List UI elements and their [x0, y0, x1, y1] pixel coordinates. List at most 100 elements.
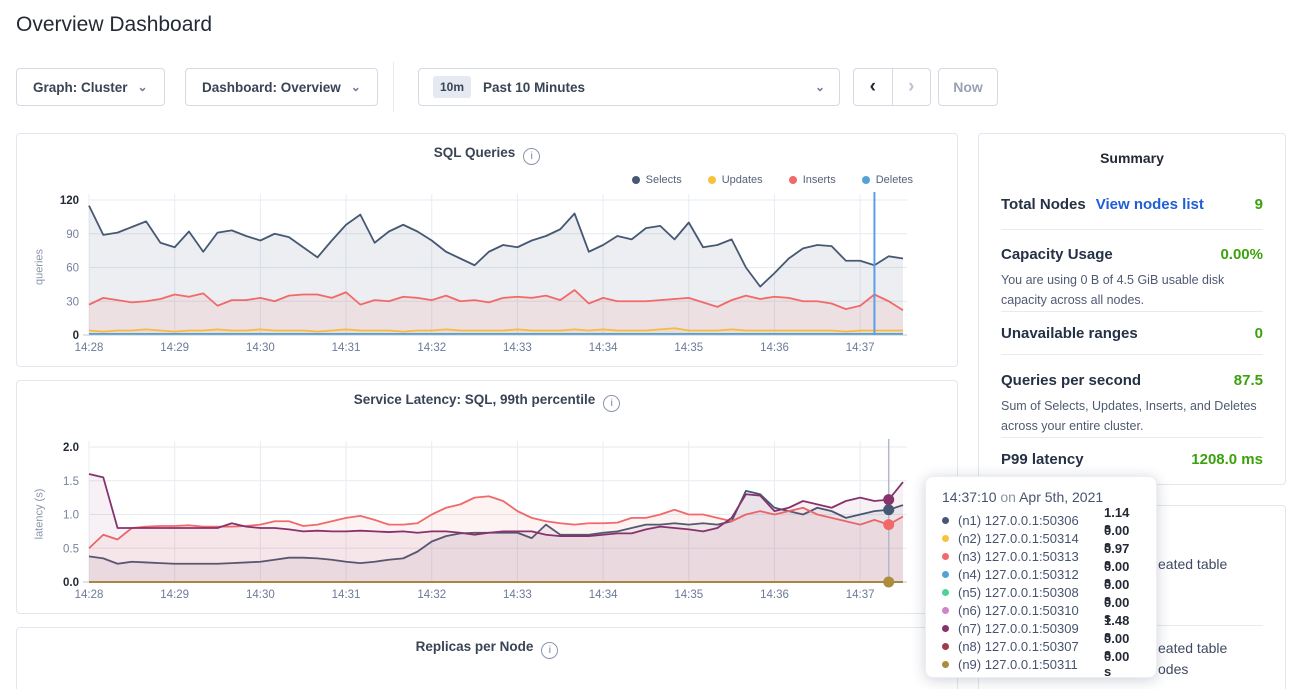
svg-text:14:32: 14:32	[417, 589, 446, 601]
controls-divider	[393, 62, 394, 112]
now-button[interactable]: Now	[938, 68, 998, 106]
view-nodes-list-link[interactable]: View nodes list	[1096, 196, 1204, 213]
overview-dashboard-screen: Overview Dashboard Graph: Cluster ⌄ Dash…	[0, 0, 1290, 689]
svg-text:120: 120	[60, 195, 79, 207]
previous-interval-button[interactable]: ‹	[854, 69, 893, 105]
svg-text:60: 60	[66, 263, 79, 275]
replicas-per-node-card: Replicas per Nodei	[16, 627, 958, 689]
event-item-fragment[interactable]: eated table	[1158, 556, 1227, 572]
capacity-usage-description: You are using 0 B of 4.5 GiB usable disk…	[1001, 270, 1269, 310]
tooltip-node-address: (n8) 127.0.0.1:50307	[958, 639, 1104, 654]
svg-text:14:36: 14:36	[760, 589, 789, 601]
sql-queries-chart[interactable]: 0 30 60 90 120 14:28 14:29 14:30 14:31 14:32 14:33…	[17, 134, 959, 373]
event-item-fragment[interactable]: eated table	[1158, 640, 1227, 656]
tooltip-node-row: (n9) 127.0.0.1:503110.00 s	[942, 655, 1140, 673]
service-latency-chart[interactable]: 0.00.51.01.52.014:2814:2914:3014:3114:32…	[17, 381, 959, 620]
svg-text:14:31: 14:31	[332, 589, 361, 601]
info-icon[interactable]: i	[541, 642, 558, 659]
chart-svg: 0.00.51.01.52.014:2814:2914:3014:3114:32…	[17, 381, 959, 615]
svg-text:14:30: 14:30	[246, 342, 275, 354]
divider	[1001, 229, 1263, 230]
svg-text:90: 90	[66, 229, 79, 241]
tooltip-rows: (n1) 127.0.0.1:503061.14 s(n2) 127.0.0.1…	[942, 511, 1140, 673]
graph-dropdown-label: Graph: Cluster	[33, 80, 128, 95]
summary-row-capacity: Capacity Usage 0.00%	[1001, 246, 1263, 263]
svg-text:14:29: 14:29	[160, 342, 189, 354]
node-color-dot-icon	[942, 643, 949, 650]
unavailable-ranges-label: Unavailable ranges	[1001, 325, 1138, 342]
svg-text:14:36: 14:36	[760, 342, 789, 354]
sql-queries-card: SQL Queriesi SelectsUpdatesInsertsDelete…	[16, 133, 958, 367]
tooltip-node-address: (n6) 127.0.0.1:50310	[958, 603, 1104, 618]
svg-text:14:32: 14:32	[417, 342, 446, 354]
qps-value: 87.5	[1234, 372, 1263, 389]
total-nodes-label: Total Nodes	[1001, 196, 1086, 213]
tooltip-node-address: (n2) 127.0.0.1:50314	[958, 531, 1104, 546]
svg-text:0: 0	[73, 330, 79, 342]
replicas-per-node-title: Replicas per Nodei	[17, 639, 957, 659]
capacity-usage-value: 0.00%	[1220, 246, 1263, 263]
p99-latency-label: P99 latency	[1001, 451, 1084, 468]
chart-svg: 0 30 60 90 120 14:28 14:29 14:30 14:31 14:32 14:33…	[17, 134, 959, 368]
tooltip-node-address: (n3) 127.0.0.1:50313	[958, 549, 1104, 564]
svg-text:14:33: 14:33	[503, 589, 532, 601]
tooltip-node-address: (n4) 127.0.0.1:50312	[958, 567, 1104, 582]
chevron-down-icon: ⌄	[138, 80, 148, 94]
page-title: Overview Dashboard	[16, 13, 212, 37]
svg-text:14:30: 14:30	[246, 589, 275, 601]
summary-row-p99-latency: P99 latency 1208.0 ms	[1001, 451, 1263, 468]
node-color-dot-icon	[942, 571, 949, 578]
svg-text:30: 30	[66, 296, 79, 308]
tooltip-timestamp: 14:37:10 on Apr 5th, 2021	[942, 489, 1140, 505]
summary-row-unavailable-ranges: Unavailable ranges 0	[1001, 325, 1263, 342]
svg-text:0.0: 0.0	[63, 577, 79, 589]
total-nodes-value: 9	[1255, 196, 1263, 213]
next-interval-button[interactable]: ›	[893, 69, 931, 105]
svg-text:14:29: 14:29	[160, 589, 189, 601]
svg-text:14:28: 14:28	[75, 342, 104, 354]
tooltip-node-value: 0.00 s	[1104, 649, 1140, 679]
svg-text:2.0: 2.0	[63, 442, 79, 454]
qps-description: Sum of Selects, Updates, Inserts, and De…	[1001, 396, 1269, 436]
capacity-usage-label: Capacity Usage	[1001, 246, 1113, 263]
time-range-dropdown[interactable]: 10m Past 10 Minutes ⌄	[418, 68, 840, 106]
summary-row-qps: Queries per second 87.5	[1001, 372, 1263, 389]
node-color-dot-icon	[942, 607, 949, 614]
svg-text:14:31: 14:31	[332, 342, 361, 354]
node-color-dot-icon	[942, 589, 949, 596]
unavailable-ranges-value: 0	[1255, 325, 1263, 342]
summary-row-total-nodes: Total Nodes View nodes list 9	[1001, 196, 1263, 213]
service-latency-card: Service Latency: SQL, 99th percentilei l…	[16, 380, 958, 614]
chart-hover-tooltip: 14:37:10 on Apr 5th, 2021 (n1) 127.0.0.1…	[925, 476, 1157, 678]
node-color-dot-icon	[942, 625, 949, 632]
summary-panel: Summary Total Nodes View nodes list 9 Ca…	[978, 133, 1286, 485]
node-color-dot-icon	[942, 553, 949, 560]
time-range-badge: 10m	[433, 76, 471, 98]
divider	[1001, 437, 1263, 438]
divider	[1001, 311, 1263, 312]
svg-text:14:34: 14:34	[589, 342, 618, 354]
event-item-fragment[interactable]: odes	[1158, 661, 1188, 677]
svg-text:14:33: 14:33	[503, 342, 532, 354]
svg-text:14:37: 14:37	[846, 589, 875, 601]
dashboard-dropdown[interactable]: Dashboard: Overview ⌄	[185, 68, 378, 106]
tooltip-node-address: (n1) 127.0.0.1:50306	[958, 513, 1104, 528]
svg-text:14:37: 14:37	[846, 342, 875, 354]
svg-text:14:35: 14:35	[674, 589, 703, 601]
tooltip-node-address: (n5) 127.0.0.1:50308	[958, 585, 1104, 600]
svg-text:14:28: 14:28	[75, 589, 104, 601]
node-color-dot-icon	[942, 535, 949, 542]
chevron-down-icon: ⌄	[351, 80, 361, 94]
graph-dropdown[interactable]: Graph: Cluster ⌄	[16, 68, 165, 106]
divider	[1001, 354, 1263, 355]
tooltip-node-address: (n7) 127.0.0.1:50309	[958, 621, 1104, 636]
svg-text:14:35: 14:35	[674, 342, 703, 354]
node-color-dot-icon	[942, 661, 949, 668]
chevron-down-icon: ⌄	[815, 80, 825, 94]
time-step-buttons: ‹ ›	[853, 68, 931, 106]
node-color-dot-icon	[942, 517, 949, 524]
tooltip-node-address: (n9) 127.0.0.1:50311	[958, 657, 1104, 672]
svg-text:1.5: 1.5	[63, 476, 79, 488]
summary-heading: Summary	[979, 150, 1285, 166]
p99-latency-value: 1208.0 ms	[1191, 451, 1263, 468]
